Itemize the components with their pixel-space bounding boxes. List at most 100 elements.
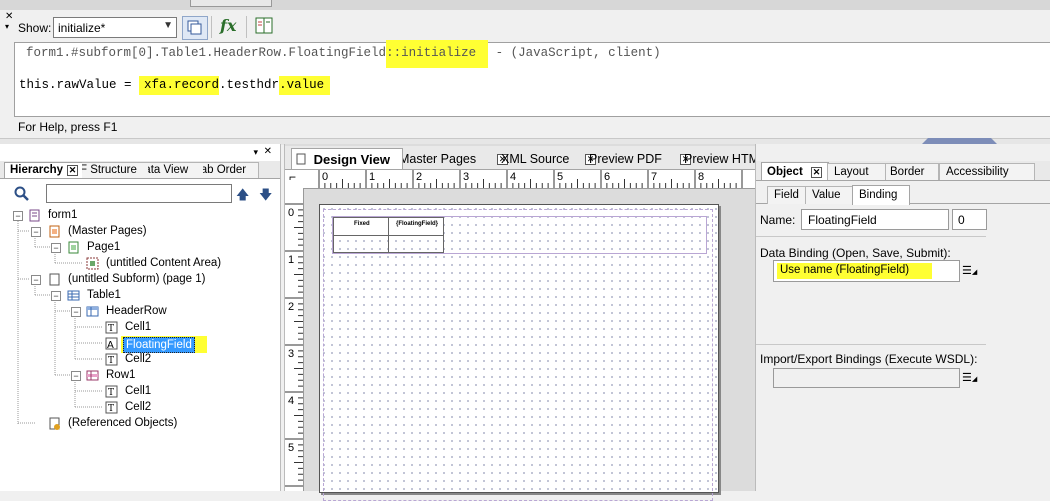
subform-icon <box>49 273 60 286</box>
ruler-label: 6 <box>604 171 611 183</box>
collapse-form1-icon[interactable]: − <box>13 211 23 221</box>
tab-object[interactable]: Object ✕ <box>761 162 829 180</box>
table1[interactable]: Fixed {FloatingField} <box>333 217 444 253</box>
search-input[interactable] <box>46 184 232 203</box>
ruler-label: 0 <box>322 171 329 183</box>
design-panel: Design View Master Pages ✕XML Source ✕Pr… <box>284 144 755 501</box>
collapse-table1-icon[interactable]: − <box>51 291 61 301</box>
ruler-corner[interactable]: ⌐ <box>285 170 304 189</box>
text-field-icon: T <box>105 401 118 414</box>
script-book-button[interactable] <box>253 15 275 37</box>
header-cell-floatingfield[interactable]: {FloatingField} <box>388 217 444 236</box>
name-input[interactable]: FloatingField <box>801 209 949 230</box>
collapse-page1-icon[interactable]: − <box>51 243 61 253</box>
data-binding-label: Data Binding (Open, Save, Submit): <box>760 246 951 260</box>
panel-close-icon[interactable]: ✕ <box>264 146 272 157</box>
row1-cell1[interactable] <box>333 235 389 253</box>
header-cell-fixed[interactable]: Fixed <box>333 217 389 236</box>
object-panel: Object ✕ Layout Border Accessibility Fie… <box>755 144 1050 491</box>
page-canvas[interactable]: Fixed {FloatingField} <box>319 204 719 501</box>
script-text-area[interactable]: form1.#subform[0].Table1.HeaderRow.Float… <box>14 40 1050 117</box>
import-export-field[interactable] <box>773 368 960 388</box>
tab-design-view[interactable]: Design View <box>291 148 403 169</box>
tab-xml-source[interactable]: ✕XML Source <box>497 150 577 169</box>
tree-item-subform[interactable]: (untitled Subform) (page 1) <box>68 272 205 287</box>
tree-item-row1-cell1[interactable]: Cell1 <box>125 384 151 399</box>
tree-item-content-area[interactable]: (untitled Content Area) <box>106 256 221 271</box>
functions-button[interactable]: fx <box>220 16 236 35</box>
book-icon <box>255 17 273 34</box>
row1-cell2[interactable] <box>388 235 444 253</box>
ruler-label: 3 <box>463 171 470 183</box>
ruler-label: 0 <box>288 207 295 219</box>
name-index-value: 0 <box>958 213 965 227</box>
name-index-input[interactable]: 0 <box>952 209 987 230</box>
show-label: Show: <box>18 21 52 35</box>
search-icon[interactable] <box>14 186 30 205</box>
object-tab-strip: Object ✕ Layout Border Accessibility <box>756 161 1050 181</box>
collapse-icon[interactable]: ▾ <box>5 22 9 31</box>
tree-item-page1[interactable]: Page1 <box>87 240 120 255</box>
close-icon[interactable]: ✕ <box>5 11 13 22</box>
tree-item-cell2[interactable]: Cell2 <box>125 352 151 367</box>
binding-menu-icon[interactable]: ☰◢ <box>962 264 977 277</box>
tree-item-row1[interactable]: Row1 <box>106 368 135 383</box>
subtab-binding[interactable]: Binding <box>852 185 910 205</box>
table-icon <box>67 290 80 301</box>
import-export-menu-icon[interactable]: ☰◢ <box>962 371 977 384</box>
text-field-icon: T <box>105 353 118 366</box>
check-syntax-button[interactable] <box>182 16 208 40</box>
hierarchy-panel: ▾ ✕ Hierarchy ✕ PDF Structure Data View … <box>0 144 281 491</box>
tree-item-floatingfield[interactable]: FloatingField <box>123 337 195 353</box>
tab-layout[interactable]: Layout <box>827 163 887 180</box>
text-field-icon: T <box>105 385 118 398</box>
collapse-master-pages-icon[interactable]: − <box>31 227 41 237</box>
tree-item-form1[interactable]: form1 <box>48 208 77 223</box>
ruler-label: 2 <box>288 301 295 313</box>
tree-item-referenced-objects[interactable]: (Referenced Objects) <box>68 416 177 431</box>
tree-item-table1[interactable]: Table1 <box>87 288 121 303</box>
vertical-ruler: 0 1 2 3 4 5 <box>285 188 304 491</box>
tab-data-view[interactable]: Data View <box>148 162 204 178</box>
tree-item-headerrow[interactable]: HeaderRow <box>106 304 167 319</box>
tab-hierarchy[interactable]: Hierarchy ✕ <box>4 162 84 178</box>
collapse-row1-icon[interactable]: − <box>71 371 81 381</box>
subtab-value[interactable]: Value <box>805 186 853 204</box>
collapse-headerrow-icon[interactable]: − <box>71 307 81 317</box>
left-tab-strip: Hierarchy ✕ PDF Structure Data View Tab … <box>0 161 280 179</box>
chevron-down-icon[interactable]: ▼ <box>163 20 173 31</box>
page-icon <box>68 241 79 254</box>
subtab-field[interactable]: Field <box>767 186 807 204</box>
script-object-path: form1.#subform[0].Table1.HeaderRow.Float… <box>26 46 387 60</box>
close-icon[interactable]: ✕ <box>811 167 822 178</box>
window-top-strip <box>0 0 1050 10</box>
tab-master-pages[interactable]: Master Pages <box>403 150 491 169</box>
content-area-icon <box>86 257 99 270</box>
collapse-subform-icon[interactable]: − <box>31 275 41 285</box>
row-icon <box>86 370 99 381</box>
panel-menu-icon[interactable]: ▾ <box>253 147 258 158</box>
horizontal-ruler: 0 1 2 3 4 5 6 7 8 <box>303 170 755 189</box>
tree-item-cell1[interactable]: Cell1 <box>125 320 151 335</box>
tree-item-master-pages[interactable]: (Master Pages) <box>68 224 147 239</box>
script-line-2: this.rawValue = xfa.record.testhdr.value <box>19 76 331 95</box>
stack-icon <box>187 20 202 35</box>
event-select[interactable]: initialize* ▼ <box>53 17 177 38</box>
tab-accessibility[interactable]: Accessibility <box>939 163 1035 180</box>
tab-preview-pdf[interactable]: ✕Preview PDF <box>585 150 673 169</box>
close-icon[interactable]: ✕ <box>67 165 78 176</box>
ruler-label: 1 <box>288 254 295 266</box>
ruler-label: 2 <box>416 171 423 183</box>
tree-item-row1-cell2[interactable]: Cell2 <box>125 400 151 415</box>
svg-text:T: T <box>108 404 114 414</box>
tab-preview-html[interactable]: ✕Preview HTML <box>680 150 755 169</box>
header-row-icon <box>86 306 99 317</box>
ruler-label: 4 <box>510 171 517 183</box>
tab-pdf-structure[interactable]: PDF Structure <box>82 162 149 178</box>
ruler-label: 5 <box>288 442 295 454</box>
tab-tab-order[interactable]: Tab Order <box>203 162 259 178</box>
ruler-label: 4 <box>288 395 295 407</box>
tab-border[interactable]: Border <box>885 163 939 180</box>
data-binding-field[interactable]: Use name (FloatingField) <box>773 260 960 282</box>
ruler-label: 1 <box>369 171 376 183</box>
